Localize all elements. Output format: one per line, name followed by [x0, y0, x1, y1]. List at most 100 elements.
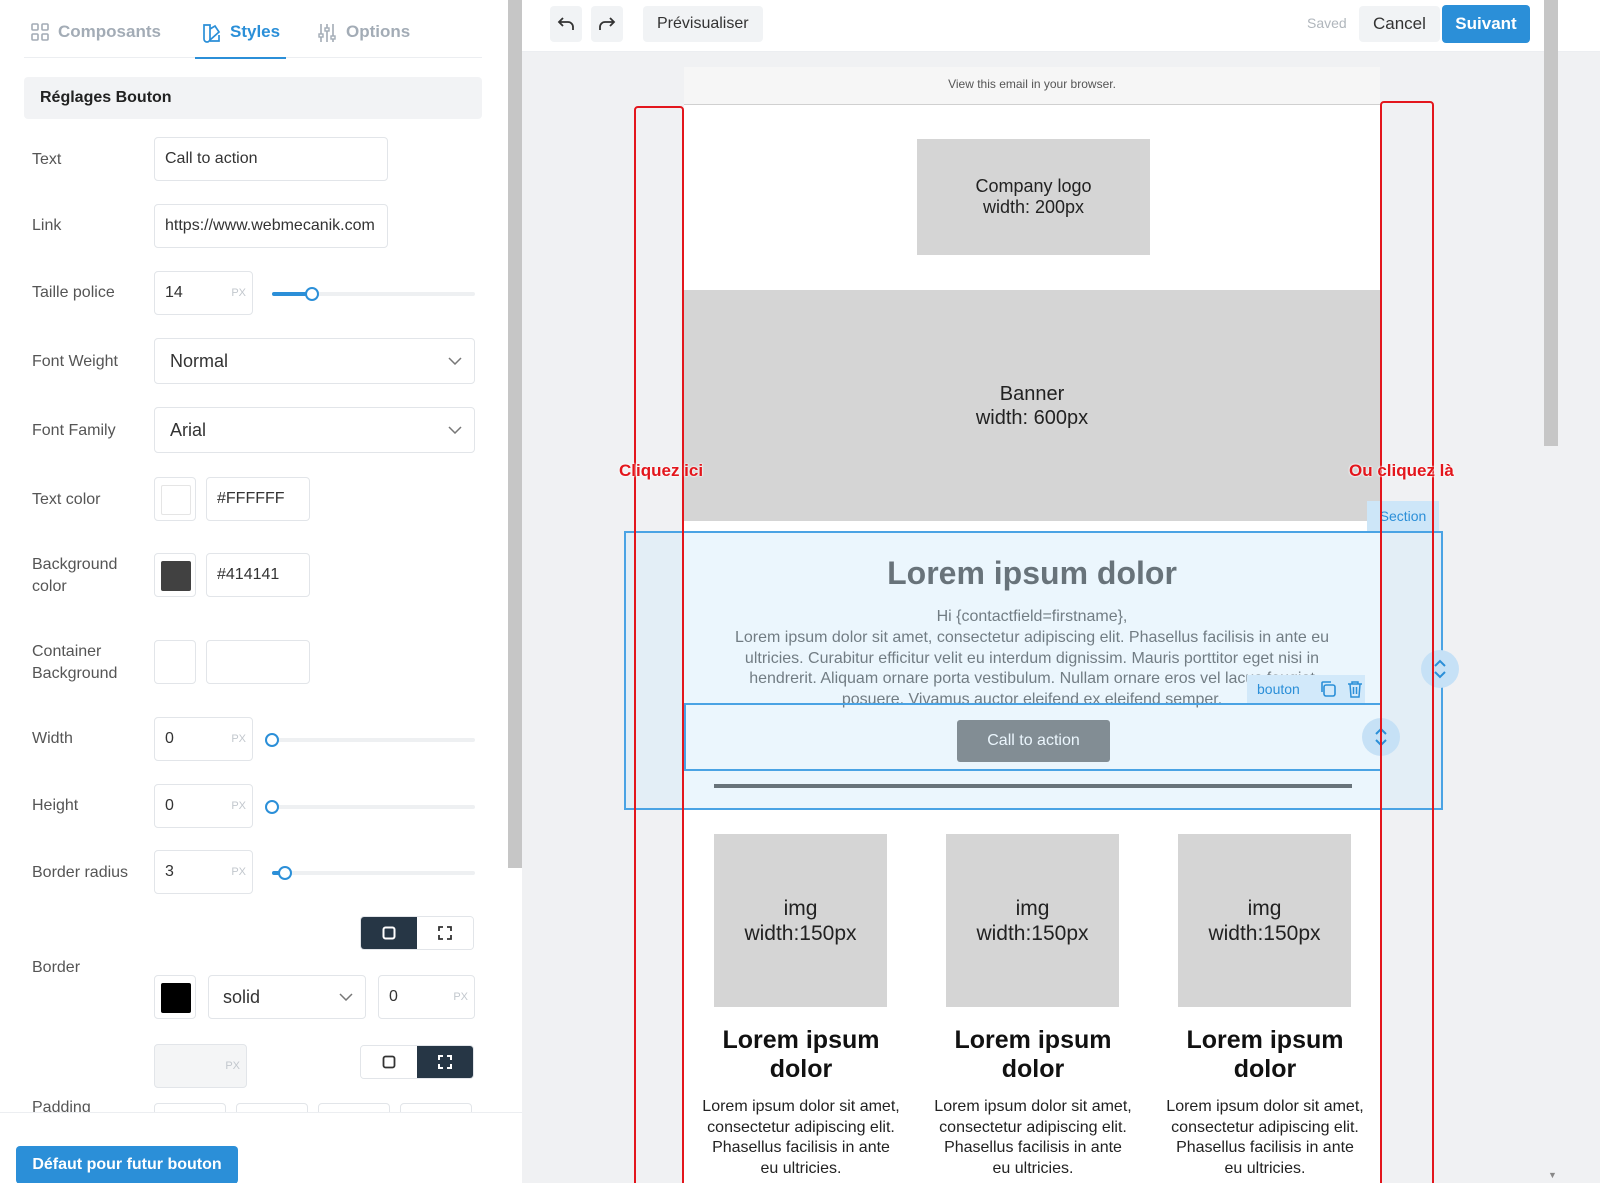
company-logo-placeholder[interactable]: Company logo width: 200px — [917, 139, 1150, 255]
border-style-select[interactable]: solid — [208, 975, 366, 1019]
border-radius-slider[interactable] — [272, 866, 475, 880]
corners-icon — [438, 1055, 452, 1069]
panel-scrollbar[interactable] — [508, 0, 522, 868]
border-color-swatch[interactable] — [154, 975, 196, 1019]
slider-track — [272, 871, 475, 875]
email-editor: View this email in your browser. Company… — [522, 0, 1600, 1183]
font-family-label: Font Family — [32, 422, 116, 439]
container-background-input[interactable] — [206, 640, 310, 684]
preview-button[interactable]: Prévisualiser — [643, 6, 763, 42]
border-sides-option[interactable] — [417, 917, 473, 949]
link-label: Link — [32, 217, 62, 234]
width-slider[interactable] — [265, 733, 475, 747]
font-size-slider[interactable] — [272, 287, 475, 301]
height-slider[interactable] — [265, 800, 475, 814]
border-mode-toggle — [360, 916, 474, 950]
background-color-input[interactable]: #414141 — [206, 553, 310, 597]
column-body-text[interactable]: Lorem ipsum dolor sit amet, consectetur … — [701, 1097, 901, 1179]
padding-all-option[interactable] — [361, 1046, 417, 1078]
column-title[interactable]: Lorem ipsum dolor — [1165, 1026, 1365, 1084]
link-input[interactable]: https://www.webmecanik.com — [154, 204, 388, 248]
editor-toolbar: Prévisualiser Saved Cancel Suivant — [522, 0, 1600, 52]
undo-button[interactable] — [550, 6, 582, 42]
border-width-input[interactable]: 0 PX — [378, 975, 475, 1019]
slider-track — [265, 805, 475, 809]
width-label: Width — [32, 730, 73, 747]
editor-scrollbar[interactable] — [1544, 0, 1558, 446]
scroll-down-arrow[interactable]: ▼ — [1548, 1170, 1557, 1180]
tab-styles[interactable]: Styles — [194, 22, 287, 59]
banner-line1: Banner — [999, 382, 1065, 405]
px-unit: PX — [453, 991, 468, 1003]
px-unit: PX — [231, 733, 246, 745]
font-size-value: 14 — [165, 284, 183, 301]
text-color-swatch[interactable] — [154, 477, 196, 521]
redo-icon — [599, 17, 616, 30]
tab-composants[interactable]: Composants — [31, 22, 161, 58]
view-in-browser-link[interactable]: View this email in your browser. — [684, 67, 1380, 105]
default-future-button[interactable]: Défaut pour futur bouton — [16, 1146, 238, 1183]
tab-label: Options — [346, 22, 411, 41]
img-line2: width:150px — [744, 921, 857, 945]
font-size-input[interactable]: 14 PX — [154, 271, 253, 315]
px-unit: PX — [225, 1060, 240, 1072]
img-line2: width:150px — [976, 921, 1089, 945]
saved-status: Saved — [1307, 15, 1347, 31]
chevron-down-icon — [448, 357, 462, 365]
next-button[interactable]: Suivant — [1442, 5, 1530, 43]
column-title[interactable]: Lorem ipsum dolor — [933, 1026, 1133, 1084]
duplicate-icon[interactable] — [1319, 680, 1337, 698]
container-background-swatch[interactable] — [154, 640, 196, 684]
column-image-placeholder[interactable]: img width:150px — [1178, 834, 1351, 1007]
style-panel: Composants Styles Options Réglages Bouto… — [0, 0, 525, 1183]
square-icon — [382, 1055, 396, 1069]
height-input[interactable]: 0 PX — [154, 784, 253, 828]
slider-thumb[interactable] — [278, 866, 292, 880]
left-annotation-label: Cliquez ici — [619, 461, 704, 480]
left-click-area-annotation — [634, 106, 684, 1183]
img-line1: img — [1015, 896, 1050, 920]
slider-fill — [272, 292, 307, 296]
cancel-button[interactable]: Cancel — [1359, 6, 1440, 42]
slider-thumb[interactable] — [305, 287, 319, 301]
button-block-toolbar: bouton — [1247, 675, 1365, 703]
section-title: Réglages Bouton — [24, 77, 482, 119]
column-body-text[interactable]: Lorem ipsum dolor sit amet, consectetur … — [933, 1097, 1133, 1179]
font-weight-select[interactable]: Normal — [154, 338, 475, 384]
trash-icon[interactable] — [1347, 680, 1363, 698]
height-value: 0 — [165, 797, 174, 814]
tab-label: Styles — [230, 22, 281, 41]
column-title[interactable]: Lorem ipsum dolor — [701, 1026, 901, 1084]
chevron-up-down-icon — [1434, 659, 1446, 679]
font-family-select[interactable]: Arial — [154, 407, 475, 453]
px-unit: PX — [231, 287, 246, 299]
sliders-icon — [318, 24, 336, 42]
tab-options[interactable]: Options — [317, 22, 410, 58]
text-input[interactable]: Call to action — [154, 137, 388, 181]
padding-sides-option[interactable] — [417, 1046, 473, 1078]
border-radius-label: Border radius — [32, 864, 129, 881]
undo-icon — [557, 17, 574, 30]
px-unit: PX — [231, 800, 246, 812]
slider-thumb[interactable] — [265, 733, 279, 747]
width-input[interactable]: 0 PX — [154, 717, 253, 761]
column-image-placeholder[interactable]: img width:150px — [714, 834, 887, 1007]
selected-button-block[interactable] — [684, 703, 1382, 771]
text-color-input[interactable]: #FFFFFF — [206, 477, 310, 521]
width-value: 0 — [165, 730, 174, 747]
img-line1: img — [1247, 896, 1282, 920]
background-color-swatch[interactable] — [154, 553, 196, 597]
padding-all-input[interactable]: PX — [154, 1044, 247, 1088]
right-annotation-label: Ou cliquez là — [1349, 461, 1454, 480]
border-radius-input[interactable]: 3 PX — [154, 850, 253, 894]
square-icon — [382, 926, 396, 940]
swatch-fill — [161, 561, 191, 591]
column-image-placeholder[interactable]: img width:150px — [946, 834, 1119, 1007]
slider-thumb[interactable] — [265, 800, 279, 814]
padding-mode-toggle — [360, 1045, 474, 1079]
redo-button[interactable] — [591, 6, 623, 42]
px-unit: PX — [231, 866, 246, 878]
column-body-text[interactable]: Lorem ipsum dolor sit amet, consectetur … — [1165, 1097, 1365, 1179]
border-all-option[interactable] — [361, 917, 417, 949]
banner-placeholder[interactable]: Banner width: 600px — [684, 290, 1380, 521]
